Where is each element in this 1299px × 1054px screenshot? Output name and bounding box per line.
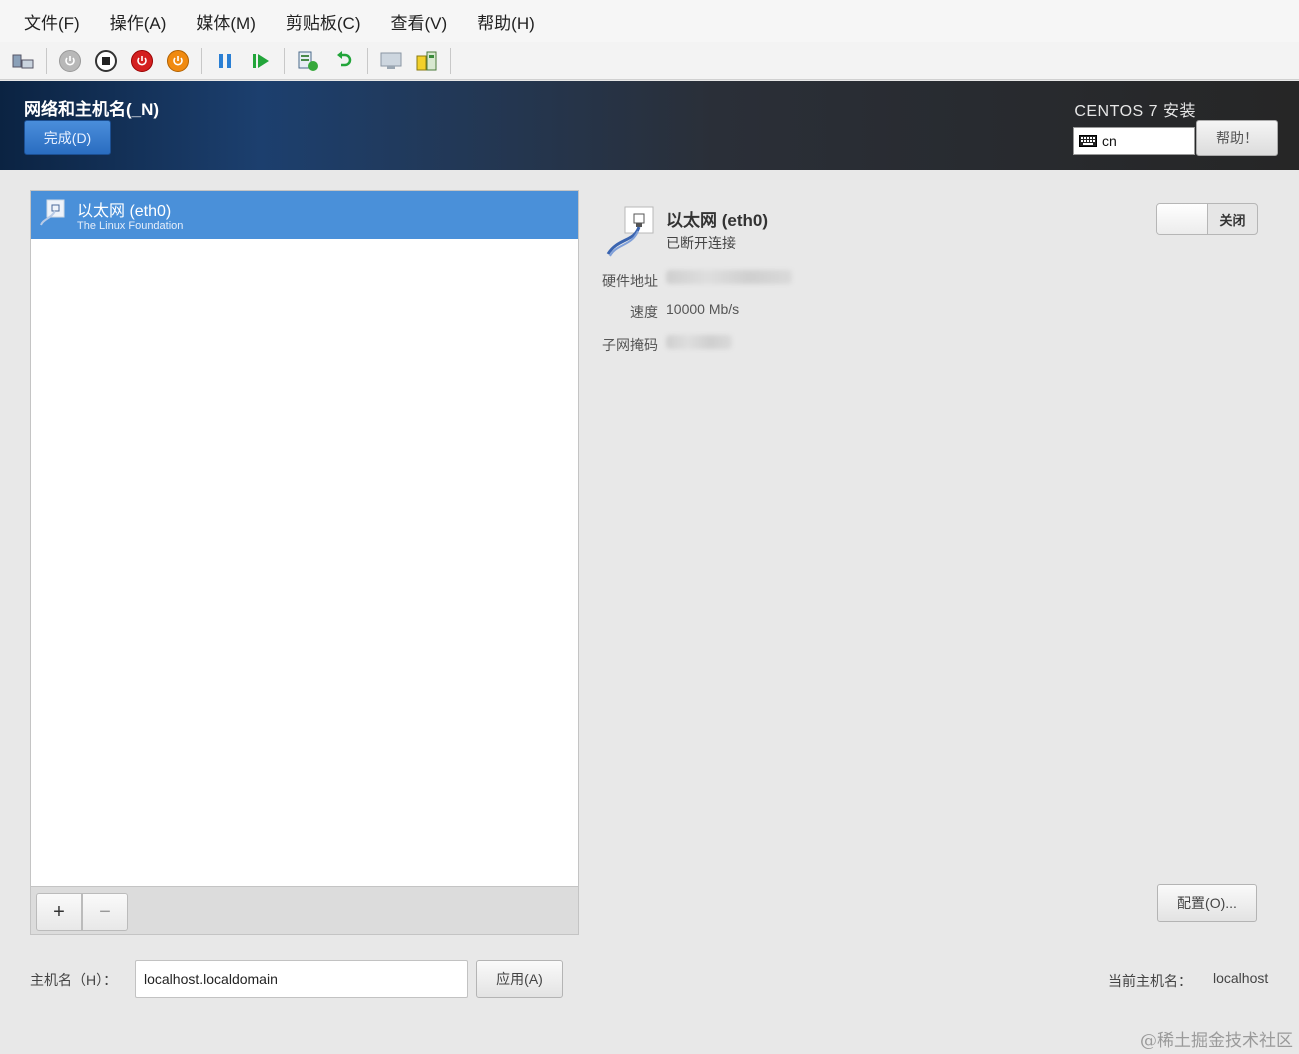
remove-device-button[interactable]: − xyxy=(82,893,128,931)
device-list-item[interactable]: 以太网 (eth0) The Linux Foundation xyxy=(31,191,578,239)
menu-action[interactable]: 操作(A) xyxy=(110,9,167,34)
enhanced-session-icon[interactable] xyxy=(378,48,404,74)
device-vendor: The Linux Foundation xyxy=(77,220,184,232)
hostname-input[interactable] xyxy=(135,960,468,998)
current-hostname-label: 当前主机名： xyxy=(1108,973,1192,989)
reset-icon[interactable] xyxy=(165,48,191,74)
hardware-address-label: 硬件地址 xyxy=(602,273,658,289)
speed-value: 10000 Mb/s xyxy=(666,301,740,317)
product-title: CENTOS 7 安装 xyxy=(1074,103,1196,120)
share-icon[interactable] xyxy=(414,48,440,74)
connection-status: 已断开连接 xyxy=(666,235,736,251)
toolbar-separator xyxy=(201,47,202,74)
keyboard-icon xyxy=(1079,135,1097,147)
device-list-toolbar: + − xyxy=(31,886,578,934)
configure-button[interactable]: 配置(O)... xyxy=(1157,884,1257,922)
connection-toggle[interactable]: 关闭 xyxy=(1156,203,1258,235)
menu-media[interactable]: 媒体(M) xyxy=(196,9,255,34)
vm-window: 文件(F) 操作(A) 媒体(M) 剪贴板(C) 查看(V) 帮助(H) 网络和… xyxy=(0,0,1299,1054)
toolbar-separator xyxy=(450,47,451,74)
current-hostname-value: localhost xyxy=(1213,970,1269,986)
ctrl-alt-del-icon[interactable] xyxy=(10,48,36,74)
hostname-label: 主机名（H）： xyxy=(30,972,118,988)
menu-view[interactable]: 查看(V) xyxy=(390,9,447,34)
apply-hostname-button[interactable]: 应用(A) xyxy=(476,960,563,998)
done-button[interactable]: 完成(D) xyxy=(24,120,111,155)
menu-clipboard[interactable]: 剪贴板(C) xyxy=(286,9,361,34)
watermark: @稀土掘金技术社区 xyxy=(1140,1031,1293,1051)
toolbar-separator xyxy=(46,47,47,74)
speed-label: 速度 xyxy=(630,304,658,320)
turn-off-icon[interactable] xyxy=(93,48,119,74)
device-name: 以太网 (eth0) xyxy=(77,203,172,220)
start-icon[interactable] xyxy=(57,48,83,74)
pause-icon[interactable] xyxy=(212,48,238,74)
menu-bar: 文件(F) 操作(A) 媒体(M) 剪贴板(C) 查看(V) 帮助(H) xyxy=(0,0,1299,42)
ethernet-icon xyxy=(40,199,65,226)
subnet-mask-value-redacted xyxy=(666,335,732,349)
add-device-button[interactable]: + xyxy=(36,893,82,931)
toolbar-separator xyxy=(284,47,285,74)
shutdown-icon[interactable] xyxy=(129,48,155,74)
revert-icon[interactable] xyxy=(331,48,357,74)
toggle-knob xyxy=(1157,204,1208,234)
device-detail-name: 以太网 (eth0) xyxy=(666,211,768,230)
checkpoint-icon[interactable] xyxy=(295,48,321,74)
toolbar-separator xyxy=(367,47,368,74)
help-button[interactable]: 帮助！ xyxy=(1196,120,1278,156)
page-title: 网络和主机名(_N) xyxy=(24,100,160,119)
hardware-address-value-redacted xyxy=(666,270,792,284)
menu-file[interactable]: 文件(F) xyxy=(24,9,80,34)
toolbar xyxy=(0,42,1299,80)
keyboard-layout-indicator[interactable]: cn xyxy=(1073,127,1195,155)
installer-header: 网络和主机名(_N) 完成(D) CENTOS 7 安装 cn 帮助！ xyxy=(0,81,1299,170)
ethernet-icon xyxy=(606,206,654,257)
toggle-label: 关闭 xyxy=(1219,212,1246,228)
keyboard-layout-label: cn xyxy=(1102,133,1117,149)
menu-help[interactable]: 帮助(H) xyxy=(477,9,535,34)
device-list: 以太网 (eth0) The Linux Foundation + − xyxy=(30,190,579,935)
subnet-mask-label: 子网掩码 xyxy=(602,337,658,353)
resume-icon[interactable] xyxy=(248,48,274,74)
